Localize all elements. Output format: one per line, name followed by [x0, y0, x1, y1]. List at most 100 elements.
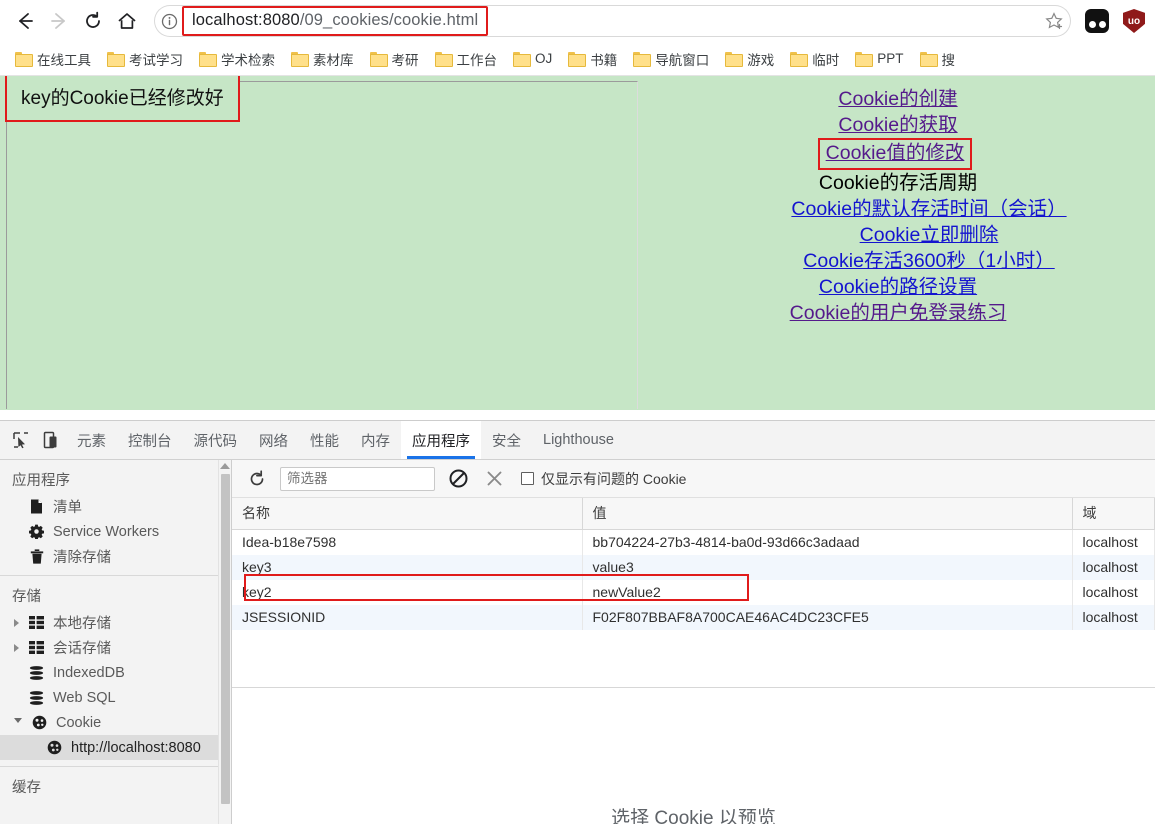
- column-header-name[interactable]: 名称: [232, 498, 583, 530]
- sidebar-item-web-sql[interactable]: Web SQL: [0, 685, 231, 710]
- link-cookie-create[interactable]: Cookie的创建: [838, 88, 957, 110]
- cookie-icon: [31, 715, 48, 730]
- device-toolbar-icon[interactable]: [36, 425, 66, 455]
- bookmark-label: 在线工具: [37, 52, 91, 68]
- checkbox-box[interactable]: [521, 472, 534, 485]
- link-cookie-3600s[interactable]: Cookie存活3600秒（1小时）: [803, 250, 1054, 272]
- bookmark-folder[interactable]: OJ: [506, 48, 559, 69]
- devtools-panel: 元素 控制台 源代码 网络 性能 内存 应用程序 安全 Lighthouse 应…: [0, 420, 1155, 824]
- bookmark-folder[interactable]: 工作台: [428, 46, 505, 72]
- devtools-tabbar: 元素 控制台 源代码 网络 性能 内存 应用程序 安全 Lighthouse: [0, 421, 1155, 460]
- sidebar-item-manifest[interactable]: 清单: [0, 494, 231, 519]
- delete-selected-icon[interactable]: [481, 466, 507, 492]
- cell-cookie-value: newValue2: [582, 580, 1073, 605]
- folder-icon: [369, 52, 388, 67]
- bookmark-folder[interactable]: 素材库: [284, 46, 361, 72]
- cookie-icon: [46, 740, 63, 755]
- folder-icon: [919, 52, 938, 67]
- tab-memory[interactable]: 内存: [350, 421, 401, 459]
- scrollbar-thumb[interactable]: [221, 474, 230, 804]
- filter-input[interactable]: [280, 466, 435, 491]
- sidebar-item-service-workers[interactable]: Service Workers: [0, 519, 231, 544]
- cell-cookie-value: F02F807BBAF8A700CAE46AC4DC23CFE5: [582, 605, 1073, 630]
- tab-security[interactable]: 安全: [481, 421, 532, 459]
- sidebar-item-cookie-origin[interactable]: http://localhost:8080: [0, 735, 231, 760]
- tab-network[interactable]: 网络: [248, 421, 299, 459]
- column-header-value[interactable]: 值: [582, 498, 1073, 530]
- refresh-icon[interactable]: [244, 466, 270, 492]
- scroll-up-arrow-icon[interactable]: [220, 463, 230, 469]
- clear-all-cookies-icon[interactable]: [445, 466, 471, 492]
- link-cookie-modify[interactable]: Cookie值的修改: [817, 138, 973, 170]
- bookmark-star-icon[interactable]: [1037, 11, 1071, 31]
- table-row[interactable]: key3 value3 localhost: [232, 555, 1155, 580]
- bookmark-folder[interactable]: 学术检索: [192, 46, 282, 72]
- column-header-domain[interactable]: 域: [1072, 498, 1155, 530]
- inspect-element-icon[interactable]: [6, 425, 36, 455]
- tab-application[interactable]: 应用程序: [401, 421, 481, 459]
- chevron-down-icon[interactable]: [14, 718, 22, 727]
- cell-cookie-domain: localhost: [1072, 555, 1155, 580]
- link-cookie-default-lifetime[interactable]: Cookie的默认存活时间（会话）: [791, 198, 1066, 220]
- browser-toolbar: localhost:8080/09_cookies/cookie.html uo: [0, 0, 1155, 42]
- bookmarks-bar: 在线工具 考试学习 学术检索 素材库 考研 工作台 OJ 书籍 导航窗口 游戏 …: [0, 42, 1155, 76]
- cell-cookie-domain: localhost: [1072, 605, 1155, 630]
- tab-lighthouse[interactable]: Lighthouse: [532, 421, 625, 459]
- chevron-right-icon[interactable]: [14, 643, 19, 652]
- bookmark-folder[interactable]: 游戏: [718, 46, 781, 72]
- home-icon[interactable]: [110, 4, 144, 38]
- link-row: Cookie的默认存活时间（会话）: [648, 196, 1148, 222]
- back-arrow-icon[interactable]: [8, 4, 42, 38]
- link-row: Cookie的用户免登录练习: [648, 300, 1148, 326]
- bookmark-label: PPT: [877, 51, 904, 66]
- bookmark-folder[interactable]: 临时: [783, 46, 846, 72]
- sidebar-scrollbar[interactable]: [218, 460, 231, 824]
- sidebar-item-label: IndexedDB: [53, 664, 125, 681]
- table-row[interactable]: JSESSIONID F02F807BBAF8A700CAE46AC4DC23C…: [232, 605, 1155, 630]
- sidebar-item-session-storage[interactable]: 会话存储: [0, 635, 231, 660]
- info-circle-icon[interactable]: [154, 13, 184, 30]
- bookmark-folder[interactable]: 考研: [363, 46, 426, 72]
- address-bar[interactable]: localhost:8080/09_cookies/cookie.html: [154, 5, 1071, 37]
- bookmark-folder[interactable]: PPT: [848, 48, 910, 69]
- sidebar-item-label: 清单: [53, 500, 82, 516]
- link-cookie-autologin[interactable]: Cookie的用户免登录练习: [790, 302, 1007, 324]
- tab-elements[interactable]: 元素: [66, 421, 117, 459]
- table-row[interactable]: Idea-b18e7598 bb704224-27b3-4814-ba0d-93…: [232, 529, 1155, 555]
- preview-placeholder-text: 选择 Cookie 以预览: [611, 808, 776, 824]
- tab-console[interactable]: 控制台: [117, 421, 183, 459]
- text-cookie-lifecycle: Cookie的存活周期: [818, 172, 978, 194]
- chevron-right-icon[interactable]: [14, 618, 19, 627]
- tab-sources[interactable]: 源代码: [183, 421, 249, 459]
- sidebar-item-indexeddb[interactable]: IndexedDB: [0, 660, 231, 685]
- bookmark-folder[interactable]: 导航窗口: [626, 46, 716, 72]
- bookmark-label: 游戏: [747, 52, 775, 68]
- bookmark-folder[interactable]: 搜: [913, 46, 963, 72]
- sidebar-item-label: Web SQL: [53, 689, 116, 706]
- link-row: Cookie的创建: [648, 86, 1148, 112]
- bookmark-folder[interactable]: 在线工具: [8, 46, 98, 72]
- gear-icon: [28, 524, 45, 539]
- sidebar-item-cookie[interactable]: Cookie: [0, 710, 231, 735]
- folder-icon: [855, 52, 874, 67]
- ublock-origin-icon[interactable]: uo: [1123, 9, 1145, 33]
- link-row: Cookie的存活周期: [648, 170, 1148, 196]
- bookmark-label: 学术检索: [221, 52, 275, 68]
- sidebar-item-clear-storage[interactable]: 清除存储: [0, 544, 231, 569]
- link-row: Cookie存活3600秒（1小时）: [648, 248, 1148, 274]
- only-problematic-cookies-checkbox[interactable]: 仅显示有问题的 Cookie: [521, 469, 686, 489]
- link-cookie-path[interactable]: Cookie的路径设置: [819, 276, 977, 298]
- ublock-label: uo: [1127, 15, 1141, 27]
- link-cookie-get[interactable]: Cookie的获取: [838, 114, 957, 136]
- bookmark-label: 搜: [941, 52, 956, 68]
- sidebar-item-local-storage[interactable]: 本地存储: [0, 610, 231, 635]
- table-row[interactable]: key2 newValue2 localhost: [232, 580, 1155, 605]
- link-cookie-delete-now[interactable]: Cookie立即删除: [860, 224, 999, 246]
- bookmark-label: 导航窗口: [655, 52, 710, 68]
- bookmark-folder[interactable]: 考试学习: [100, 46, 190, 72]
- bookmark-folder[interactable]: 书籍: [561, 46, 624, 72]
- reload-icon[interactable]: [76, 4, 110, 38]
- dark-extension-icon[interactable]: [1085, 9, 1109, 33]
- extension-icons: uo: [1077, 9, 1147, 33]
- tab-performance[interactable]: 性能: [299, 421, 350, 459]
